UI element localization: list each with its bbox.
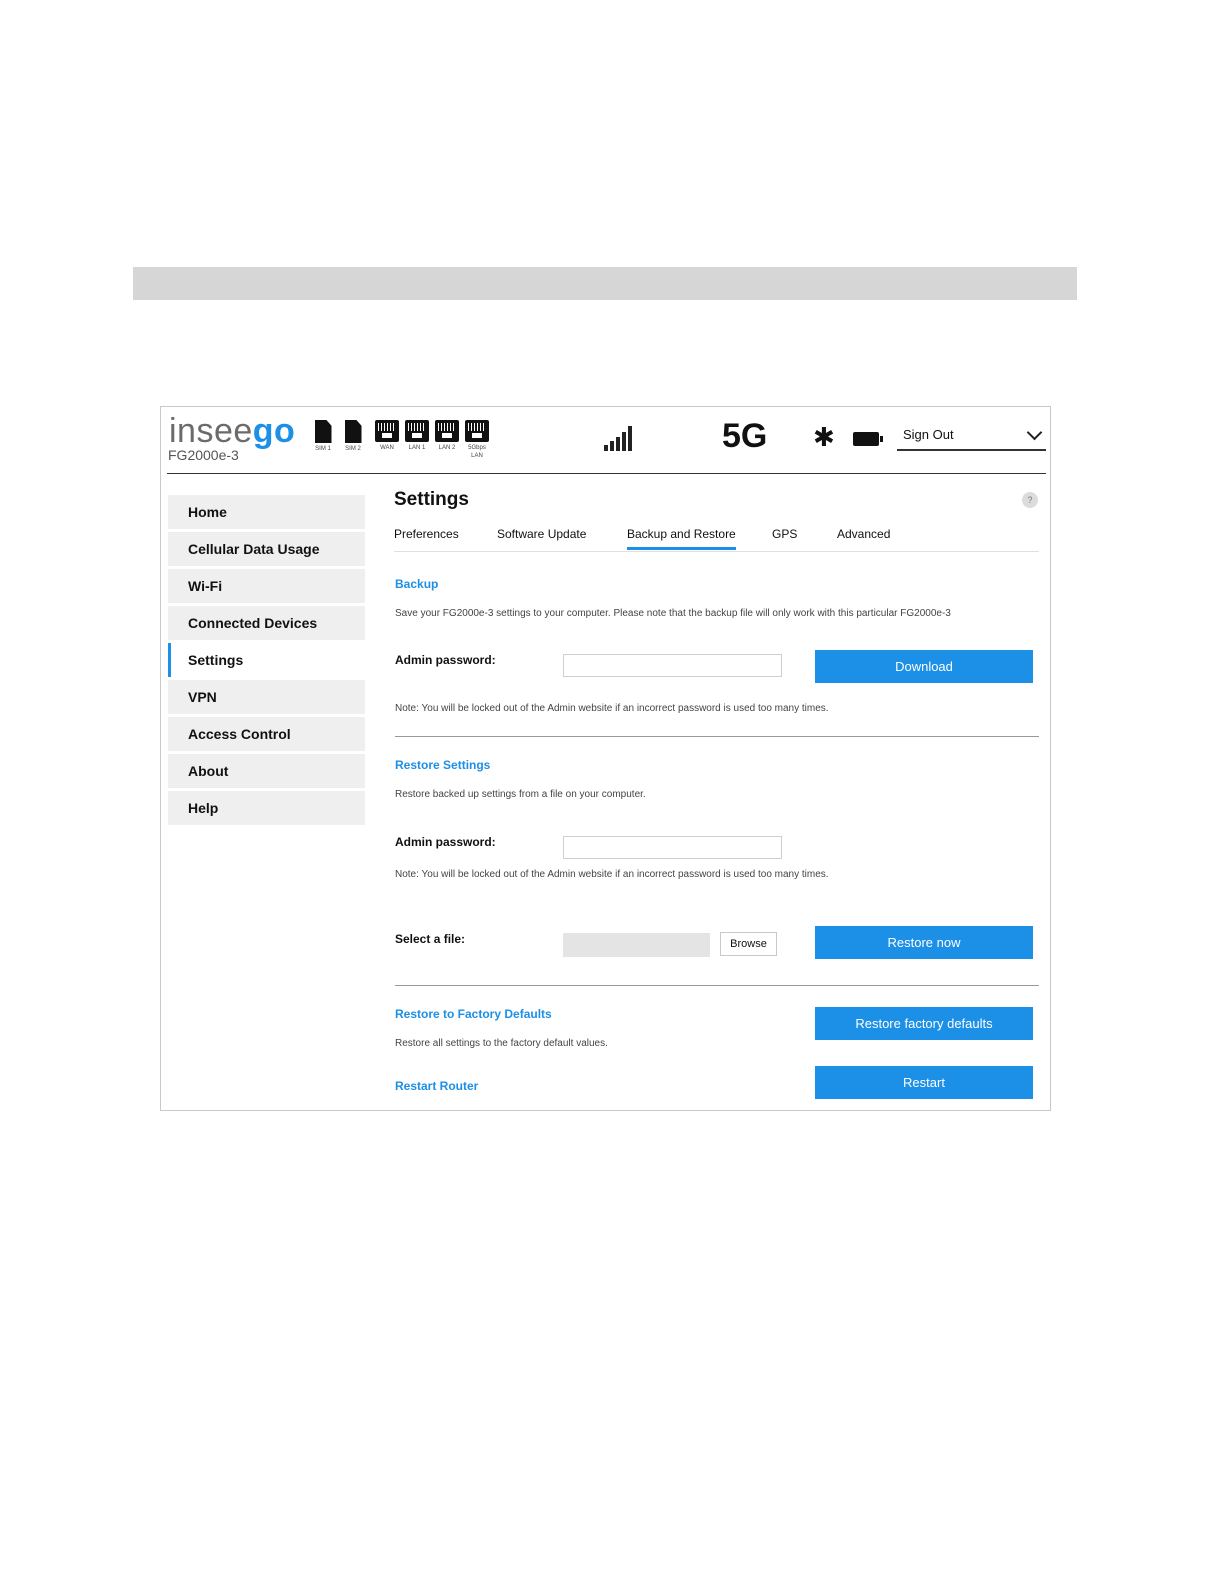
backup-password-label: Admin password:: [395, 653, 496, 667]
sidebar-item-access-control[interactable]: Access Control: [168, 717, 365, 751]
sign-out-label: Sign Out: [903, 427, 954, 442]
tab-backup-and-restore[interactable]: Backup and Restore: [627, 527, 736, 550]
sidebar-item-help[interactable]: Help: [168, 791, 365, 825]
select-file-label: Select a file:: [395, 932, 466, 946]
lan-5gbps-port-icon: 5Gbps LAN: [463, 420, 491, 460]
sign-out-dropdown[interactable]: Sign Out: [897, 419, 1046, 451]
backup-section-title: Backup: [395, 577, 439, 591]
restore-lockout-note: Note: You will be locked out of the Admi…: [395, 869, 829, 880]
sim-1-icon: SIM 1: [311, 420, 335, 453]
restart-button[interactable]: Restart: [815, 1066, 1033, 1099]
sim-2-icon: SIM 2: [341, 420, 365, 453]
factory-section-title: Restore to Factory Defaults: [395, 1007, 552, 1021]
backup-description: Save your FG2000e-3 settings to your com…: [395, 608, 951, 619]
signal-strength-icon: [604, 425, 636, 451]
sidebar-item-cellular-data-usage[interactable]: Cellular Data Usage: [168, 532, 365, 566]
tab-gps[interactable]: GPS: [772, 527, 797, 547]
restore-factory-defaults-button[interactable]: Restore factory defaults: [815, 1007, 1033, 1040]
tab-software-update[interactable]: Software Update: [497, 527, 586, 547]
restore-description: Restore backed up settings from a file o…: [395, 789, 646, 800]
lan2-port-icon: LAN 2: [433, 420, 461, 452]
restore-now-button[interactable]: Restore now: [815, 926, 1033, 959]
restore-section-title: Restore Settings: [395, 758, 491, 772]
bluetooth-icon: ✱: [813, 422, 835, 452]
restore-password-label: Admin password:: [395, 835, 496, 849]
tab-advanced[interactable]: Advanced: [837, 527, 890, 547]
chevron-down-icon: [1026, 424, 1043, 441]
settings-tabs: Preferences Software Update Backup and R…: [394, 527, 1039, 552]
battery-icon: [853, 432, 883, 446]
sidebar-item-home[interactable]: Home: [168, 495, 365, 529]
router-admin-window: inseego FG2000e-3 SIM 1 SIM 2 WAN LAN 1 …: [160, 406, 1051, 1111]
inseego-logo: inseego: [169, 412, 296, 450]
tab-preferences[interactable]: Preferences: [394, 527, 459, 547]
download-button[interactable]: Download: [815, 650, 1033, 683]
restore-password-input[interactable]: [563, 836, 782, 859]
help-icon[interactable]: ?: [1022, 492, 1038, 508]
factory-description: Restore all settings to the factory defa…: [395, 1038, 608, 1049]
lan1-port-icon: LAN 1: [403, 420, 431, 452]
section-divider: [395, 985, 1039, 986]
restart-section-title: Restart Router: [395, 1079, 479, 1093]
sidebar-item-about[interactable]: About: [168, 754, 365, 788]
sidebar-nav: Home Cellular Data Usage Wi-Fi Connected…: [168, 495, 365, 828]
device-model: FG2000e-3: [168, 447, 239, 463]
wan-port-icon: WAN: [373, 420, 401, 452]
browse-button[interactable]: Browse: [720, 932, 777, 956]
page-title: Settings: [394, 489, 469, 510]
selected-file-field: [563, 933, 710, 957]
section-divider: [395, 736, 1039, 737]
sidebar-item-settings[interactable]: Settings: [168, 643, 365, 677]
header-divider: [167, 473, 1046, 474]
sidebar-item-vpn[interactable]: VPN: [168, 680, 365, 714]
sidebar-item-wifi[interactable]: Wi-Fi: [168, 569, 365, 603]
sidebar-item-connected-devices[interactable]: Connected Devices: [168, 606, 365, 640]
page-top-bar: [133, 267, 1077, 300]
backup-lockout-note: Note: You will be locked out of the Admi…: [395, 703, 829, 714]
network-type: 5G: [722, 417, 768, 455]
backup-password-input[interactable]: [563, 654, 782, 677]
